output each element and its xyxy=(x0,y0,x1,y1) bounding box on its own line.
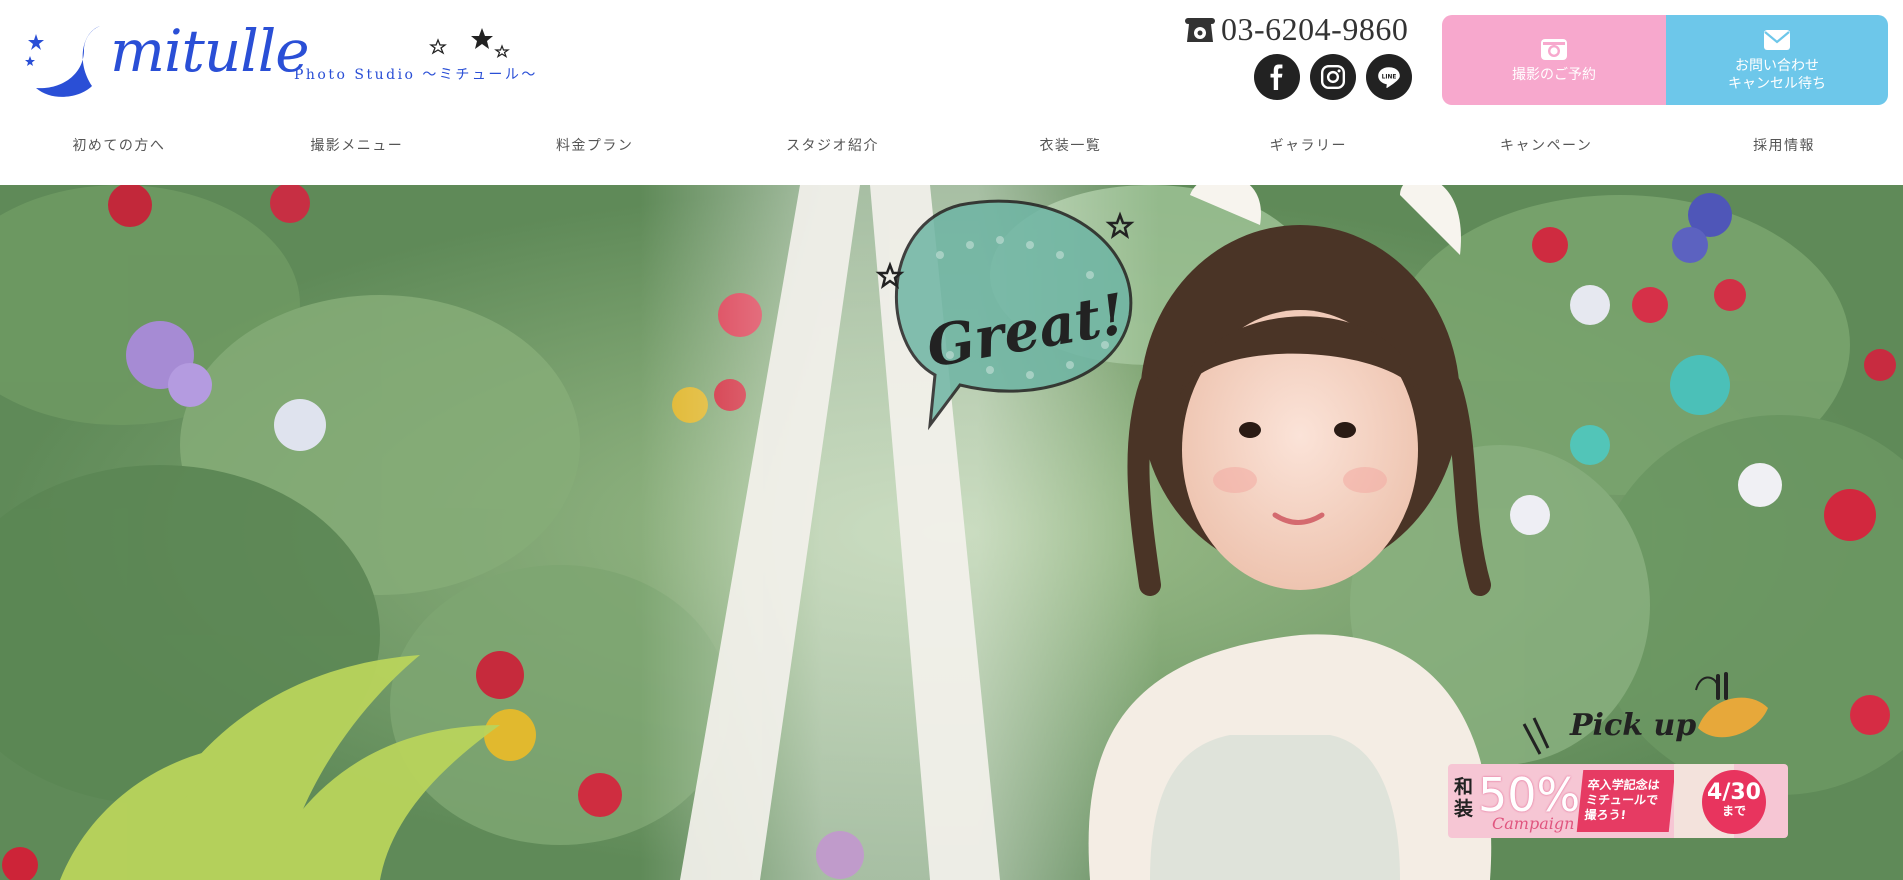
site-logo[interactable]: mitulle Photo Studio ～ミチュール～ xyxy=(12,18,542,98)
nav-item-costume[interactable]: 衣装一覧 xyxy=(952,128,1190,164)
pickup-title: Pick up xyxy=(1570,708,1697,743)
facebook-icon xyxy=(1270,64,1283,90)
reserve-label: 撮影のご予約 xyxy=(1512,67,1596,83)
facebook-button[interactable] xyxy=(1254,54,1300,100)
moon-logo-icon xyxy=(25,26,100,97)
brand-name: mitulle xyxy=(110,17,310,85)
site-header: mitulle Photo Studio ～ミチュール～ 03-6204-986… xyxy=(0,0,1903,185)
global-nav: 初めての方へ 撮影メニュー 料金プラン スタジオ紹介 衣装一覧 ギャラリー キャ… xyxy=(0,128,1903,164)
reserve-button[interactable]: 撮影のご予約 xyxy=(1442,15,1666,105)
banner-campaign: Campaign xyxy=(1492,814,1575,833)
nav-item-menu[interactable]: 撮影メニュー xyxy=(238,128,476,164)
brand-subtitle: Photo Studio ～ミチュール～ xyxy=(294,67,538,83)
inquiry-label-line1: お問い合わせ xyxy=(1735,58,1819,74)
instagram-button[interactable] xyxy=(1310,54,1356,100)
telephone-icon xyxy=(1185,18,1215,42)
nav-item-first-time[interactable]: 初めての方へ xyxy=(0,128,238,164)
nav-item-recruit[interactable]: 採用情報 xyxy=(1665,128,1903,164)
nav-item-studio[interactable]: スタジオ紹介 xyxy=(714,128,952,164)
banner-wasou: 和装 xyxy=(1454,776,1474,820)
instagram-icon xyxy=(1320,64,1346,90)
nav-item-gallery[interactable]: ギャラリー xyxy=(1189,128,1427,164)
hero-visual: Great! Pick up 和装 50%オフ Campaign 卒入学記念はミ… xyxy=(0,185,1903,880)
nav-item-price[interactable]: 料金プラン xyxy=(476,128,714,164)
inquiry-button[interactable]: お問い合わせ キャンセル待ち xyxy=(1666,15,1888,105)
line-button[interactable]: LINE xyxy=(1366,54,1412,100)
phone-number: 03-6204-9860 xyxy=(1221,10,1409,47)
banner-date: 4/30 まで xyxy=(1702,770,1766,834)
line-icon: LINE xyxy=(1378,67,1400,88)
inquiry-label-line2: キャンセル待ち xyxy=(1728,76,1826,92)
phone-contact[interactable]: 03-6204-9860 xyxy=(1183,10,1409,47)
stars-decoration-icon xyxy=(429,28,510,58)
nav-item-campaign[interactable]: キャンペーン xyxy=(1427,128,1665,164)
camera-icon xyxy=(1541,39,1567,60)
svg-text:LINE: LINE xyxy=(1382,74,1397,80)
pickup-widget: Pick up 和装 50%オフ Campaign 卒入学記念はミチュールで撮ろ… xyxy=(1448,668,1788,858)
banner-text: 卒入学記念はミチュールで撮ろう! xyxy=(1576,770,1676,832)
mail-icon xyxy=(1764,30,1790,50)
campaign-banner[interactable]: 和装 50%オフ Campaign 卒入学記念はミチュールで撮ろう! 4/30ま… xyxy=(1448,764,1788,838)
